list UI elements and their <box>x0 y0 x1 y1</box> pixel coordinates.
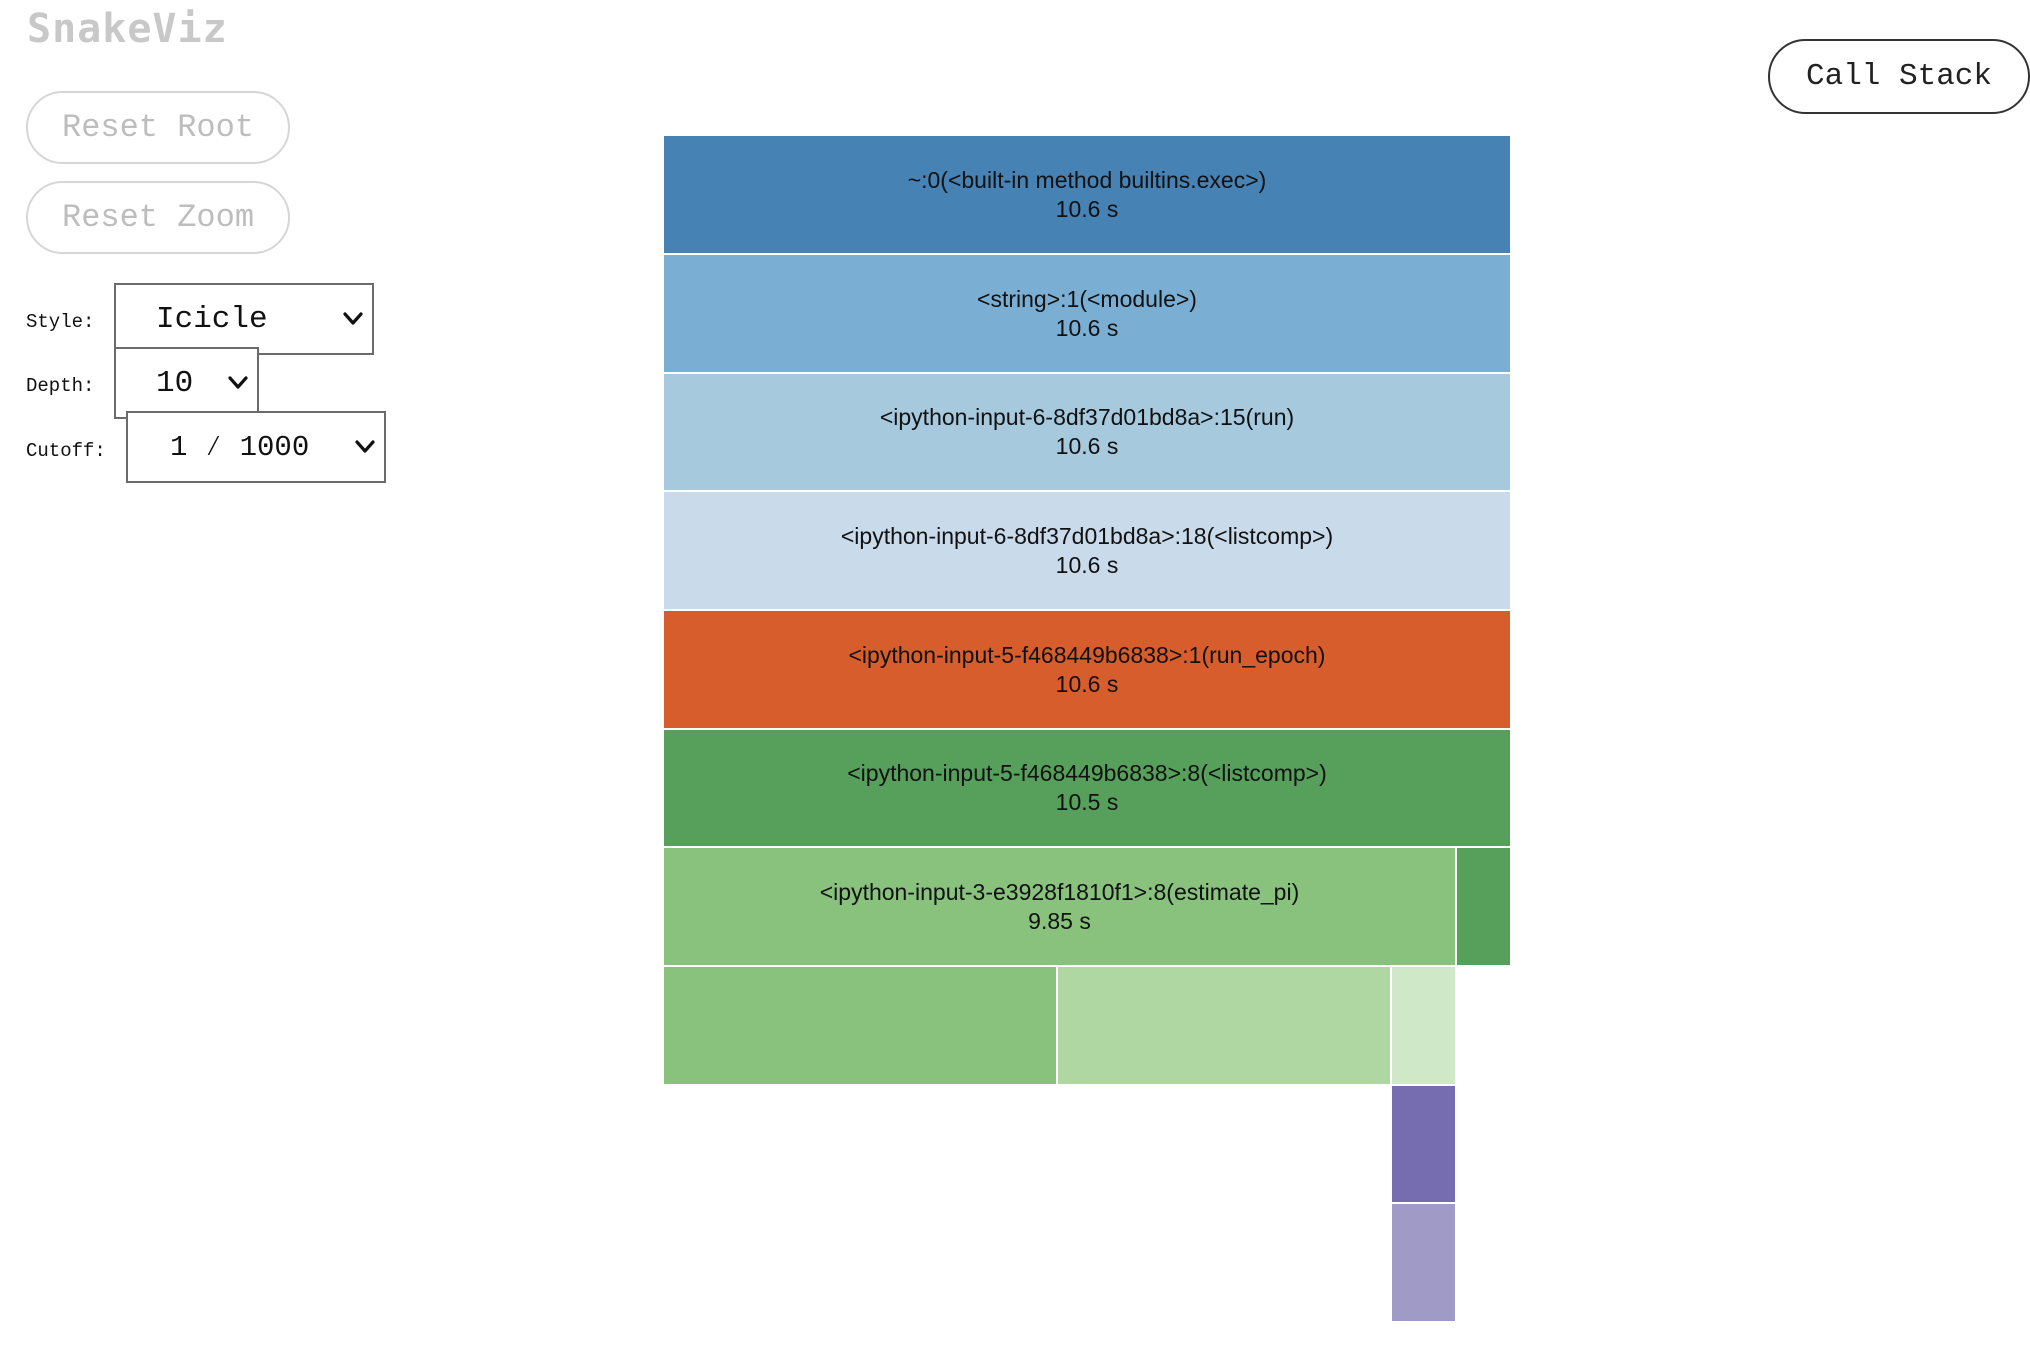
icicle-block[interactable] <box>1057 966 1391 1085</box>
icicle-block[interactable]: <ipython-input-6-8df37d01bd8a>:15(run) 1… <box>663 373 1511 491</box>
style-label: Style: <box>26 311 95 333</box>
depth-label: Depth: <box>26 375 95 397</box>
function-name: <ipython-input-6-8df37d01bd8a>:15(run) <box>879 404 1295 430</box>
cutoff-select-value: 1 ⁄ 1000 <box>170 430 310 464</box>
reset-zoom-button[interactable]: Reset Zoom <box>26 181 290 254</box>
function-name: <string>:1(<module>) <box>977 285 1197 312</box>
icicle-block[interactable] <box>663 966 1057 1085</box>
reset-root-button[interactable]: Reset Root <box>26 91 290 164</box>
icicle-block[interactable] <box>1391 1085 1456 1203</box>
icicle-block[interactable] <box>1391 1203 1456 1322</box>
icicle-block[interactable]: <ipython-input-3-e3928f1810f1>:8(estimat… <box>663 847 1456 966</box>
function-time: 10.6 s <box>1055 551 1119 578</box>
depth-select-value: 10 <box>156 365 194 401</box>
function-time: 10.6 s <box>1055 433 1119 459</box>
depth-select[interactable]: 10 <box>114 347 259 419</box>
icicle-block[interactable]: <string>:1(<module>) 10.6 s <box>663 254 1511 373</box>
function-name: <ipython-input-6-8df37d01bd8a>:18(<listc… <box>840 522 1334 549</box>
function-time: 10.6 s <box>1055 314 1119 341</box>
icicle-block[interactable] <box>1456 847 1511 966</box>
function-time: 9.85 s <box>1028 907 1091 934</box>
icicle-block[interactable]: <ipython-input-5-f468449b6838>:8(<listco… <box>663 729 1511 847</box>
chevron-down-icon <box>227 372 249 394</box>
function-time: 10.6 s <box>1055 670 1119 697</box>
function-name: <ipython-input-5-f468449b6838>:8(<listco… <box>847 760 1327 786</box>
icicle-block[interactable]: <ipython-input-5-f468449b6838>:1(run_epo… <box>663 610 1511 729</box>
call-stack-button[interactable]: Call Stack <box>1768 39 2030 114</box>
style-select[interactable]: Icicle <box>114 283 374 355</box>
cutoff-label: Cutoff: <box>26 440 106 462</box>
cutoff-select[interactable]: 1 ⁄ 1000 <box>126 411 386 483</box>
chevron-down-icon <box>342 308 364 330</box>
chevron-down-icon <box>354 436 376 458</box>
style-select-value: Icicle <box>156 301 268 337</box>
function-time: 10.6 s <box>1055 195 1119 222</box>
function-name: <ipython-input-5-f468449b6838>:1(run_epo… <box>848 641 1326 668</box>
function-name: ~:0(<built-in method builtins.exec>) <box>907 166 1267 193</box>
function-name: <ipython-input-3-e3928f1810f1>:8(estimat… <box>819 878 1300 905</box>
icicle-block[interactable]: ~:0(<built-in method builtins.exec>) 10.… <box>663 135 1511 254</box>
icicle-block[interactable]: <ipython-input-6-8df37d01bd8a>:18(<listc… <box>663 491 1511 610</box>
function-time: 10.5 s <box>1055 789 1119 815</box>
app-logo-title: SnakeViz <box>27 6 228 52</box>
icicle-block[interactable] <box>1391 966 1456 1085</box>
